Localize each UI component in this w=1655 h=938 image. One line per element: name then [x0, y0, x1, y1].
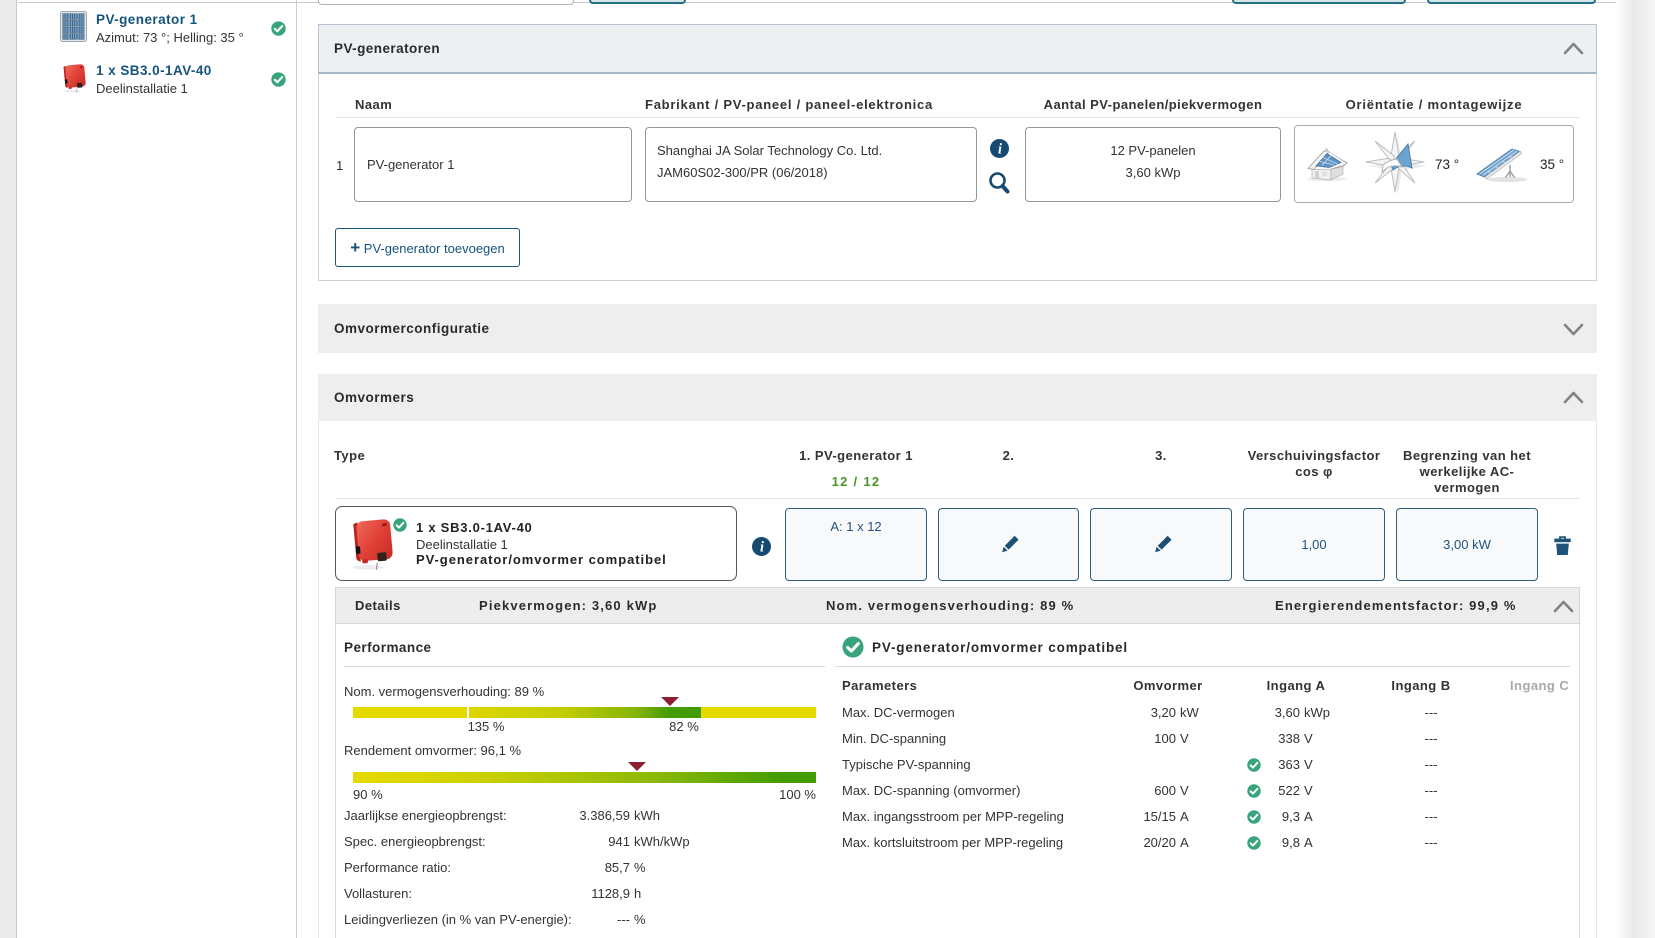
svg-text:i: i — [998, 142, 1002, 158]
svg-text:i: i — [760, 540, 764, 556]
